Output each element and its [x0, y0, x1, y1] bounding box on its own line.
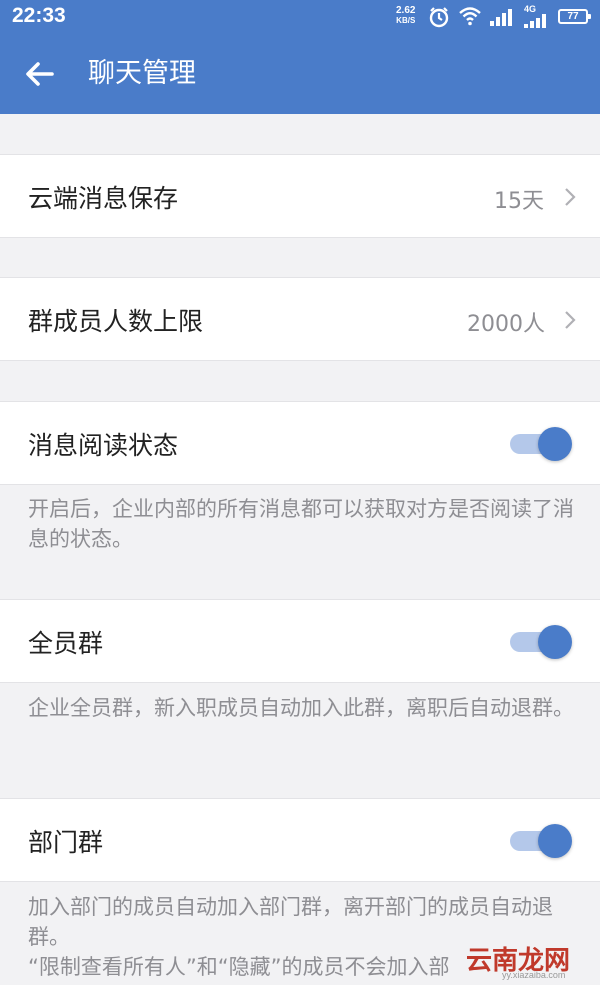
network-speed: 2.62 KB/S [396, 6, 415, 26]
setting-label: 全员群 [28, 629, 104, 658]
all-staff-group-description: 企业全员群，新入职成员自动加入此群，离职后自动退群。 [28, 696, 574, 720]
read-status-toggle[interactable] [510, 426, 572, 461]
page-title: 聊天管理 [88, 58, 196, 89]
signal-icon [524, 14, 546, 28]
network-type: 4G [524, 4, 537, 14]
status-bar: 22:33 2.62 KB/S 4G 77 [0, 0, 600, 34]
all-staff-group-toggle[interactable] [510, 624, 572, 659]
setting-read-status: 消息阅读状态 [0, 401, 600, 485]
toggle-knob [538, 625, 572, 659]
battery-icon: 77 [558, 9, 591, 24]
setting-label: 云端消息保存 [28, 184, 179, 213]
setting-label: 部门群 [28, 828, 104, 857]
setting-label: 消息阅读状态 [28, 431, 179, 460]
chevron-right-icon [565, 188, 576, 206]
alarm-icon [429, 7, 449, 28]
setting-value: 2000人 [467, 312, 545, 337]
watermark-sub: yy.xiazaiba.com [502, 970, 566, 980]
department-group-toggle[interactable] [510, 823, 572, 858]
toggle-knob [538, 427, 572, 461]
setting-label: 群成员人数上限 [28, 307, 204, 336]
setting-cloud-storage[interactable]: 云端消息保存 15天 [0, 154, 600, 238]
setting-member-limit[interactable]: 群成员人数上限 2000人 [0, 277, 600, 361]
arrow-left-icon[interactable] [22, 56, 58, 92]
read-status-description: 开启后，企业内部的所有消息都可以获取对方是否阅读了消息的状态。 [28, 497, 574, 551]
wifi-icon [459, 7, 481, 26]
setting-department-group: 部门群 [0, 798, 600, 882]
setting-all-staff-group: 全员群 [0, 599, 600, 683]
network-speed-value: 2.62 [396, 5, 416, 16]
network-speed-unit: KB/S [396, 16, 416, 25]
setting-value: 15天 [494, 189, 544, 214]
watermark-logo: 云南龙网 yy.xiazaiba.com [462, 940, 592, 980]
app-bar: 聊天管理 [0, 34, 600, 114]
toggle-knob [538, 824, 572, 858]
signal-icon [490, 9, 512, 26]
status-time: 22:33 [12, 4, 66, 27]
chevron-right-icon [565, 311, 576, 329]
